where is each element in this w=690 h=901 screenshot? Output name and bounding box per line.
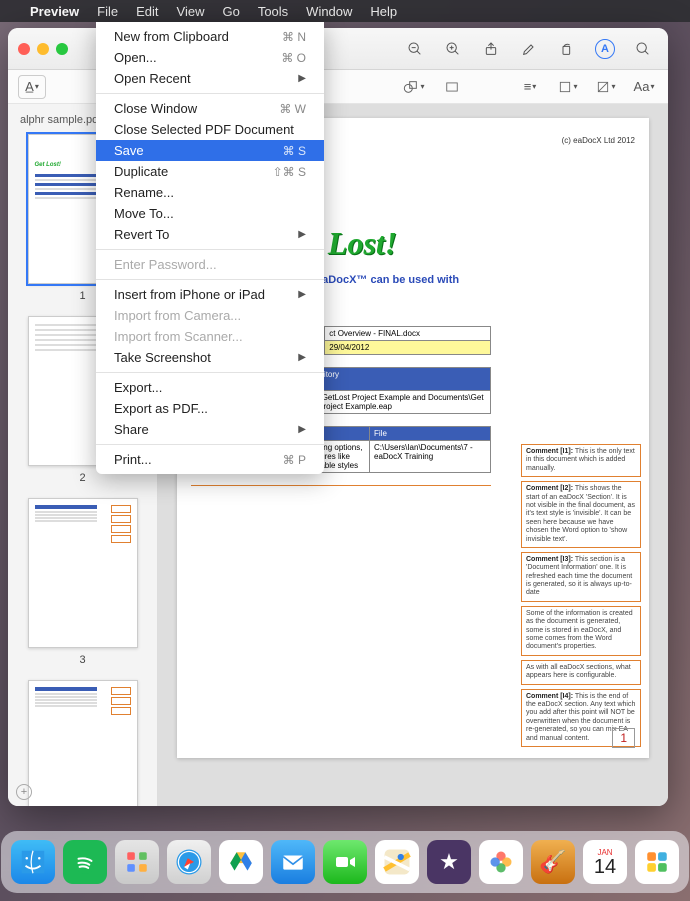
page-thumbnail-4[interactable]	[28, 680, 138, 806]
thumbnail-label: 3	[16, 654, 149, 666]
add-page-button[interactable]: +	[16, 784, 32, 800]
dock-app-icon[interactable]	[635, 840, 679, 884]
chevron-right-icon: ▶	[298, 289, 306, 300]
markup-toolbar-button[interactable]: A	[590, 36, 620, 62]
text-select-tool[interactable]: A̲▾	[18, 75, 46, 99]
rotate-button[interactable]	[552, 36, 582, 62]
fill-color-tool[interactable]: ▾	[592, 75, 620, 99]
zoom-in-button[interactable]	[438, 36, 468, 62]
dock-imovie-icon[interactable]: ★	[427, 840, 471, 884]
markup-button[interactable]	[514, 36, 544, 62]
menu-tools[interactable]: Tools	[258, 4, 288, 19]
comment-balloon: Comment [I1]: This is the only text in t…	[521, 444, 641, 477]
dock-maps-icon[interactable]	[375, 840, 419, 884]
menu-view[interactable]: View	[177, 4, 205, 19]
menu-item-open-recent[interactable]: Open Recent▶	[96, 68, 324, 89]
menu-item-import-camera: Import from Camera...	[96, 305, 324, 326]
menu-item-revert-to[interactable]: Revert To▶	[96, 224, 324, 245]
page-number: 1	[612, 728, 635, 748]
menu-item-print[interactable]: Print...⌘ P	[96, 449, 324, 470]
dock-safari-icon[interactable]	[167, 840, 211, 884]
menu-separator	[96, 444, 324, 445]
page-thumbnail-3[interactable]	[28, 498, 138, 648]
menu-item-new-from-clipboard[interactable]: New from Clipboard⌘ N	[96, 26, 324, 47]
menu-item-rename[interactable]: Rename...	[96, 182, 324, 203]
dock-mail-icon[interactable]	[271, 840, 315, 884]
dock-drive-icon[interactable]	[219, 840, 263, 884]
section-end-marker	[191, 485, 491, 486]
chevron-right-icon: ▶	[298, 424, 306, 435]
dock-spotify-icon[interactable]	[63, 840, 107, 884]
menu-item-duplicate[interactable]: Duplicate⇧⌘ S	[96, 161, 324, 182]
menu-item-export-pdf[interactable]: Export as PDF...	[96, 398, 324, 419]
menu-separator	[96, 249, 324, 250]
menu-help[interactable]: Help	[370, 4, 397, 19]
menu-item-move-to[interactable]: Move To...	[96, 203, 324, 224]
menu-file[interactable]: File	[97, 4, 118, 19]
comment-balloon: Comment [I3]: This section is a 'Documen…	[521, 552, 641, 602]
menu-go[interactable]: Go	[222, 4, 239, 19]
file-menu-dropdown[interactable]: New from Clipboard⌘ N Open...⌘ O Open Re…	[96, 22, 324, 474]
zoom-out-button[interactable]	[400, 36, 430, 62]
chevron-right-icon: ▶	[298, 73, 306, 84]
zoom-button[interactable]	[56, 43, 68, 55]
window-controls	[18, 43, 68, 55]
menu-item-close-window[interactable]: Close Window⌘ W	[96, 98, 324, 119]
border-color-tool[interactable]: ▾	[554, 75, 582, 99]
menu-edit[interactable]: Edit	[136, 4, 158, 19]
menu-item-share[interactable]: Share▶	[96, 419, 324, 440]
comment-balloon: Some of the information is created as th…	[521, 606, 641, 656]
search-button[interactable]	[628, 36, 658, 62]
app-menu[interactable]: Preview	[30, 4, 79, 19]
minimize-button[interactable]	[37, 43, 49, 55]
dock-facetime-icon[interactable]	[323, 840, 367, 884]
share-button[interactable]	[476, 36, 506, 62]
line-width-tool[interactable]: ≡▾	[516, 75, 544, 99]
comment-balloon: Comment [I2]: This shows the start of an…	[521, 481, 641, 548]
menubar[interactable]: Preview File Edit View Go Tools Window H…	[0, 0, 690, 22]
dock-finder-icon[interactable]	[11, 840, 55, 884]
text-tool[interactable]	[438, 75, 466, 99]
menu-window[interactable]: Window	[306, 4, 352, 19]
menu-item-insert-iphone[interactable]: Insert from iPhone or iPad▶	[96, 284, 324, 305]
close-button[interactable]	[18, 43, 30, 55]
menu-item-import-scanner: Import from Scanner...	[96, 326, 324, 347]
menu-separator	[96, 93, 324, 94]
dock-launchpad-icon[interactable]	[115, 840, 159, 884]
dock-garageband-icon[interactable]: 🎸	[531, 840, 575, 884]
comment-balloon: As with all eaDocX sections, what appear…	[521, 660, 641, 685]
text-style-tool[interactable]: Aa▾	[630, 75, 658, 99]
menu-separator	[96, 372, 324, 373]
shapes-tool[interactable]: ▾	[400, 75, 428, 99]
dock-photos-icon[interactable]	[479, 840, 523, 884]
menu-item-enter-password: Enter Password...	[96, 254, 324, 275]
comments-pane: Comment [I1]: This is the only text in t…	[521, 444, 641, 751]
chevron-right-icon: ▶	[298, 229, 306, 240]
dock[interactable]: ★ 🎸 JAN14	[1, 831, 689, 893]
menu-item-open[interactable]: Open...⌘ O	[96, 47, 324, 68]
chevron-right-icon: ▶	[298, 352, 306, 363]
menu-item-close-pdf[interactable]: Close Selected PDF Document	[96, 119, 324, 140]
menu-separator	[96, 279, 324, 280]
dock-calendar-icon[interactable]: JAN14	[583, 840, 627, 884]
menu-item-save[interactable]: Save⌘ S	[96, 140, 324, 161]
menu-item-export[interactable]: Export...	[96, 377, 324, 398]
menu-item-take-screenshot[interactable]: Take Screenshot▶	[96, 347, 324, 368]
